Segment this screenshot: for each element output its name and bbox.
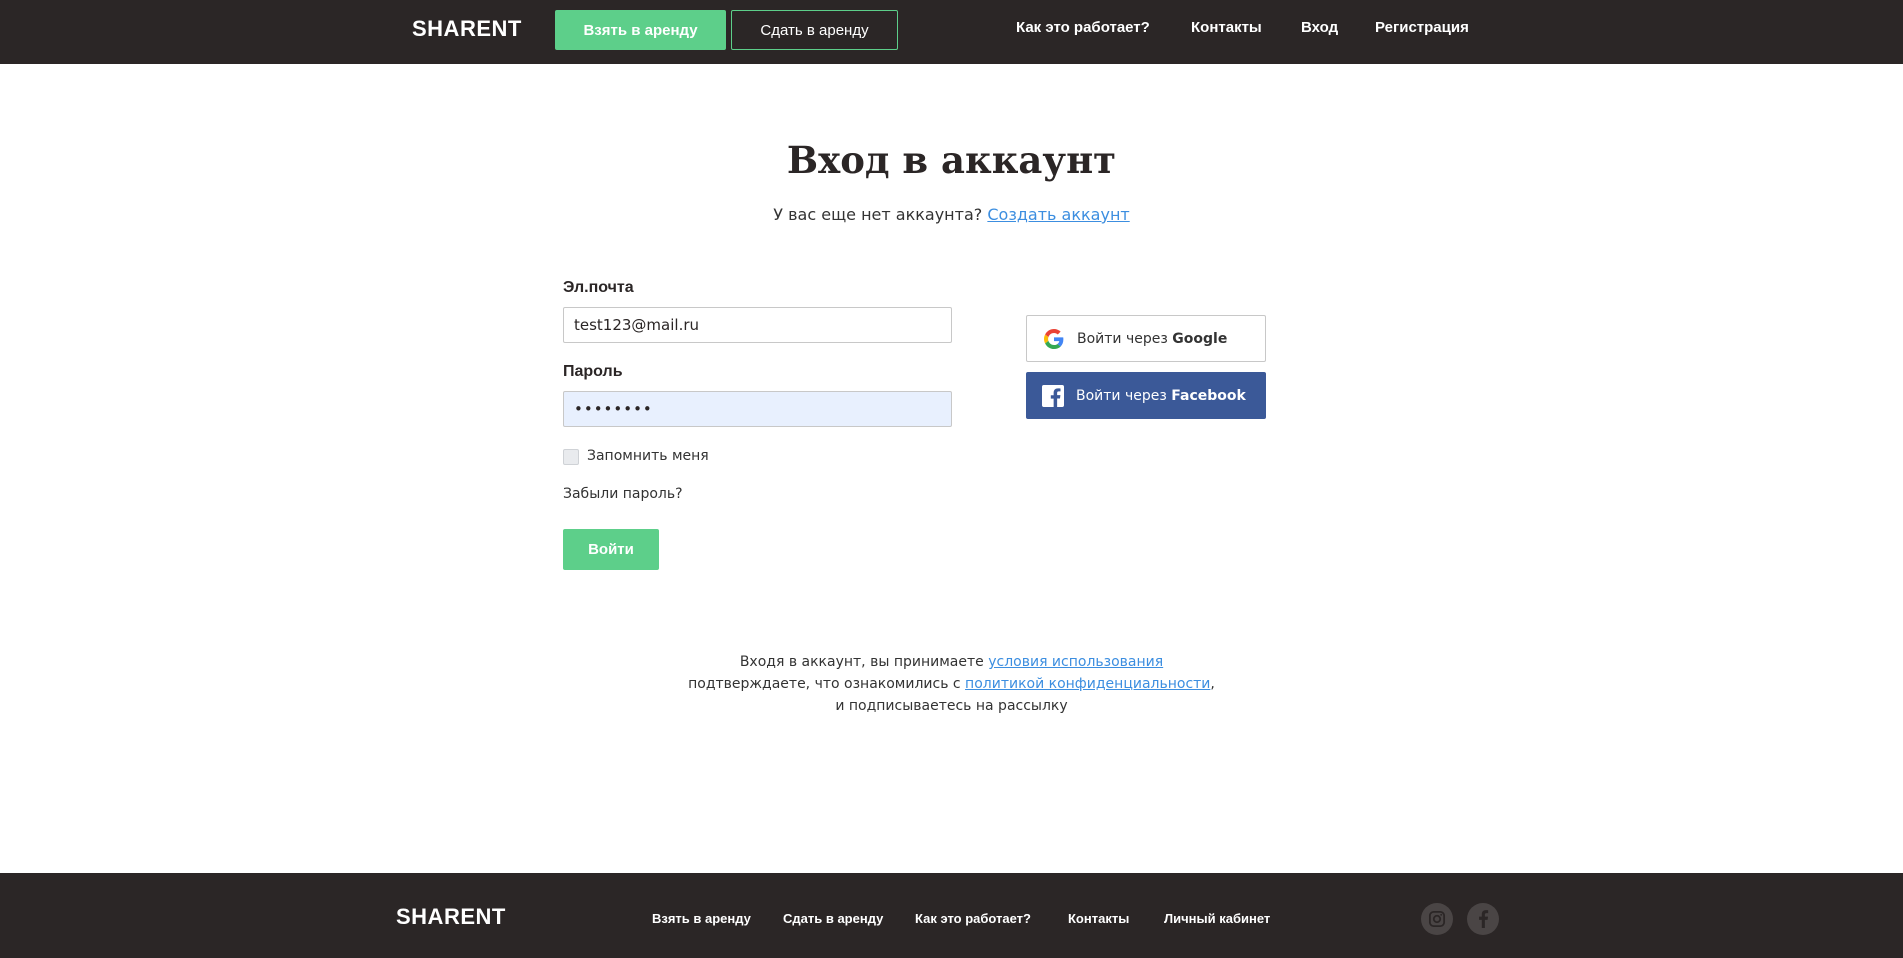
page-title: Вход в аккаунт: [786, 138, 1117, 182]
nav-login[interactable]: Вход: [1301, 19, 1338, 36]
facebook-icon: [1041, 384, 1065, 408]
remember-me-label[interactable]: Запомнить меня: [587, 448, 709, 464]
login-submit-button[interactable]: Войти: [563, 529, 659, 570]
header-logo[interactable]: SHARENT: [412, 16, 522, 42]
footer-logo[interactable]: SHARENT: [396, 904, 506, 930]
email-field[interactable]: [563, 307, 952, 343]
privacy-policy-link[interactable]: политикой конфиденциальности: [965, 676, 1210, 692]
email-label: Эл.почта: [563, 279, 634, 296]
no-account-text: У вас еще нет аккаунта?: [773, 205, 983, 224]
footer-nav-rent[interactable]: Взять в аренду: [652, 911, 751, 926]
footer-nav-contacts[interactable]: Контакты: [1068, 911, 1129, 926]
google-brand-label: Google: [1172, 330, 1228, 347]
footer-nav-lend[interactable]: Сдать в аренду: [783, 911, 883, 926]
create-account-link[interactable]: Создать аккаунт: [987, 205, 1129, 224]
footer-nav-how-it-works[interactable]: Как это работает?: [915, 911, 1031, 926]
terms-line3-text: и подписываетесь на рассылку: [835, 698, 1068, 714]
instagram-icon[interactable]: [1421, 903, 1453, 935]
password-field[interactable]: [563, 391, 952, 427]
terms-line1-text: Входя в аккаунт, вы принимаете: [739, 654, 984, 670]
facebook-login-prefix: Войти через: [1076, 387, 1167, 404]
terms-line2-text: подтверждаете, что ознакомились с: [688, 676, 961, 692]
nav-how-it-works[interactable]: Как это работает?: [1016, 19, 1150, 36]
google-icon: [1042, 327, 1066, 351]
forgot-password-link[interactable]: Забыли пароль?: [563, 486, 683, 502]
facebook-brand-label: Facebook: [1171, 387, 1246, 404]
footer: SHARENT Взять в аренду Сдать в аренду Ка…: [0, 873, 1903, 958]
nav-contacts[interactable]: Контакты: [1191, 19, 1262, 36]
remember-me-checkbox[interactable]: [563, 449, 579, 465]
footer-nav-cabinet[interactable]: Личный кабинет: [1164, 911, 1270, 926]
rent-button[interactable]: Взять в аренду: [555, 10, 726, 50]
top-navbar: SHARENT Взять в аренду Сдать в аренду Ка…: [0, 0, 1903, 64]
lend-button[interactable]: Сдать в аренду: [731, 10, 898, 50]
password-label: Пароль: [563, 363, 623, 380]
facebook-login-button[interactable]: Войти через Facebook: [1026, 372, 1266, 419]
facebook-footer-icon[interactable]: [1467, 903, 1499, 935]
terms-of-use-link[interactable]: условия использования: [988, 654, 1163, 670]
terms-line2-end: ,: [1210, 676, 1215, 692]
signup-prompt: У вас еще нет аккаунта? Создать аккаунт: [0, 205, 1903, 224]
google-login-prefix: Войти через: [1077, 330, 1168, 347]
nav-register[interactable]: Регистрация: [1375, 19, 1469, 36]
google-login-button[interactable]: Войти через Google: [1026, 315, 1266, 362]
terms-notice: Входя в аккаунт, вы принимаете условия и…: [0, 651, 1903, 717]
